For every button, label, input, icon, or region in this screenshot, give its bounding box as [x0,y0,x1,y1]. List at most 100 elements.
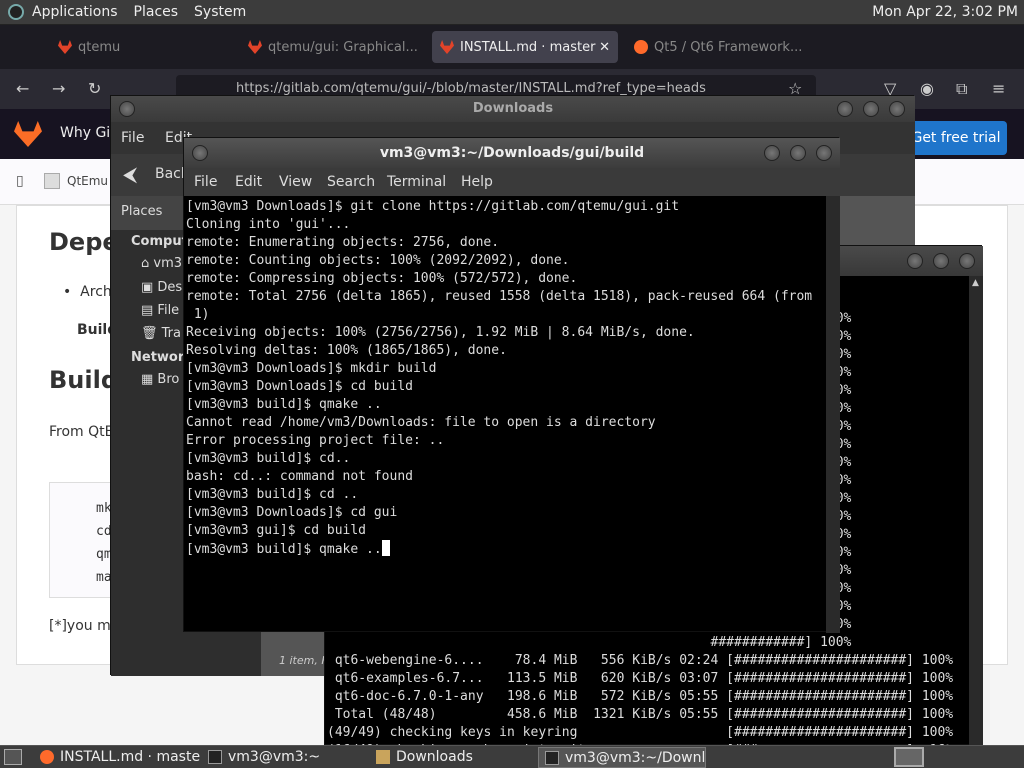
terminal-line: (49/49) checking keys in keyring [######… [327,725,954,740]
close-icon[interactable] [816,145,832,161]
menu-file[interactable]: File [121,130,144,146]
menu-bar: File Edit View Search Terminal Help [184,168,840,196]
gitlab-logo-icon[interactable] [14,121,42,147]
terminal-line: remote: Enumerating objects: 2756, done. [186,235,500,250]
window-title: vm3@vm3:~/Downloads/gui/build [184,138,840,168]
back-arrow-icon[interactable]: ⮜ [123,162,137,186]
breadcrumb-project[interactable]: QtEmu [67,174,108,188]
taskbar-item-downloads[interactable]: Downloads [370,747,536,768]
terminal-line: Error processing project file: .. [186,433,445,448]
text-cursor [381,540,390,556]
project-avatar [44,173,60,189]
free-trial-button[interactable]: Get free trial [905,121,1007,155]
window-menu-icon[interactable] [119,101,135,117]
terminal-line: [vm3@vm3 build]$ cd .. [186,487,359,502]
heading-build: Build [49,366,119,394]
terminal-line: bash: cd..: command not found [186,469,413,484]
taskbar-item-terminal-active[interactable]: vm3@vm3:~/Downl... [538,747,706,768]
browser-tab[interactable]: qtemu [50,31,230,63]
terminal-line: Total (48/48) 458.6 MiB 1321 KiB/s 05:55… [327,707,954,722]
maximize-icon[interactable] [933,253,949,269]
terminal-window-build: vm3@vm3:~/Downloads/gui/build File Edit … [183,137,840,633]
terminal-line: 1) [186,307,210,322]
taskbar-item-firefox[interactable]: INSTALL.md · maste... [34,747,200,768]
terminal-icon [208,750,222,764]
terminal-output[interactable]: [vm3@vm3 Downloads]$ git clone https://g… [184,196,826,633]
menu-search[interactable]: Search [327,174,375,190]
show-desktop-icon[interactable] [4,749,22,765]
terminal-line: Resolving deltas: 100% (1865/1865), done… [186,343,507,358]
prompt-line: [vm3@vm3 build]$ qmake .. [186,540,826,559]
minimize-icon[interactable] [907,253,923,269]
taskbar-item-terminal[interactable]: vm3@vm3:~ [202,747,368,768]
heading-dependencies: Depe [49,228,119,256]
extensions-icon[interactable]: ⧉ [956,79,967,99]
terminal-line: remote: Total 2756 (delta 1865), reused … [186,289,813,304]
browser-tab-strip: qtemu qtemu/gui: Graphical... INSTALL.md… [0,25,1024,69]
back-arrow-icon[interactable]: ← [16,79,29,98]
distro-logo-icon[interactable] [8,4,24,20]
places-menu[interactable]: Places [126,4,187,20]
browser-tab[interactable]: Qt5 / Qt6 Framework... [626,31,806,63]
terminal-line: qt6-examples-6.7... 113.5 MiB 620 KiB/s … [327,671,954,686]
menu-edit[interactable]: Edit [235,174,262,190]
window-menu-icon[interactable] [192,145,208,161]
terminal-line: [vm3@vm3 gui]$ cd build [186,523,367,538]
sidebar-item-filesystem[interactable]: ▤ File [141,303,179,318]
from-qt-text: From QtE [49,424,114,440]
window-title: Downloads [111,96,915,122]
gitlab-icon [248,40,262,54]
browser-tab[interactable]: qtemu/gui: Graphical... [240,31,420,63]
terminal-line: Cannot read /home/vm3/Downloads: file to… [186,415,656,430]
sidebar-item-trash[interactable]: 🗑 Tra [141,326,181,341]
top-panel: Applications Places System Mon Apr 22, 3… [0,0,1024,25]
terminal-line: remote: Compressing objects: 100% (572/5… [186,271,578,286]
browser-tab-active[interactable]: INSTALL.md · master ✕ [432,31,618,63]
close-tab-icon[interactable]: ✕ [599,40,610,55]
menu-terminal[interactable]: Terminal [387,174,446,190]
terminal-line: [vm3@vm3 Downloads]$ cd gui [186,505,398,520]
maximize-icon[interactable] [790,145,806,161]
workspace-switcher[interactable] [894,747,924,767]
taskbar: INSTALL.md · maste... vm3@vm3:~ Download… [0,745,1024,768]
terminal-line: Receiving objects: 100% (2756/2756), 1.9… [186,325,695,340]
terminal-line: [vm3@vm3 Downloads]$ git clone https://g… [186,199,680,214]
reload-icon[interactable]: ↻ [88,79,101,98]
status-bar: 1 item, F [279,654,328,667]
gitlab-icon [440,40,454,54]
folder-icon [376,750,390,764]
why-gitlab-link[interactable]: Why Git [60,125,116,141]
terminal-line: ############] 100% [327,635,852,650]
menu-icon[interactable]: ≡ [992,79,1005,98]
applications-menu[interactable]: Applications [24,4,126,20]
terminal-line: qt6-webengine-6.... 78.4 MiB 556 KiB/s 0… [327,653,954,668]
forward-arrow-icon[interactable]: → [52,79,65,98]
account-icon[interactable]: ◉ [920,79,934,98]
system-menu[interactable]: System [186,4,254,20]
menu-help[interactable]: Help [461,174,493,190]
footnote: [*]you mi [49,618,115,634]
scrollbar[interactable] [826,196,840,633]
terminal-line: qt6-doc-6.7.0-1-any 198.6 MiB 572 KiB/s … [327,689,954,704]
firefox-icon [40,750,54,764]
terminal-line: [vm3@vm3 Downloads]$ mkdir build [186,361,437,376]
places-selector[interactable]: Places [121,204,162,219]
sidebar-item-desktop[interactable]: ▣ Des [141,280,182,295]
close-icon[interactable] [889,101,905,117]
scrollbar[interactable]: ▲ [969,276,983,746]
firefox-icon [634,40,648,54]
menu-file[interactable]: File [194,174,217,190]
sidebar-item-browse-network[interactable]: ▦ Bro [141,372,179,387]
terminal-line: [vm3@vm3 build]$ cd.. [186,451,351,466]
minimize-icon[interactable] [837,101,853,117]
maximize-icon[interactable] [863,101,879,117]
sidebar-item-home[interactable]: ⌂ vm3 [141,256,182,271]
menu-view[interactable]: View [279,174,312,190]
close-icon[interactable] [959,253,975,269]
gitlab-icon [58,40,72,54]
bullet-item: • Archl [63,284,116,300]
minimize-icon[interactable] [764,145,780,161]
scroll-up-icon[interactable]: ▲ [972,278,979,288]
sidebar-toggle-icon[interactable]: ▯ [16,173,24,189]
clock[interactable]: Mon Apr 22, 3:02 PM [872,4,1018,20]
